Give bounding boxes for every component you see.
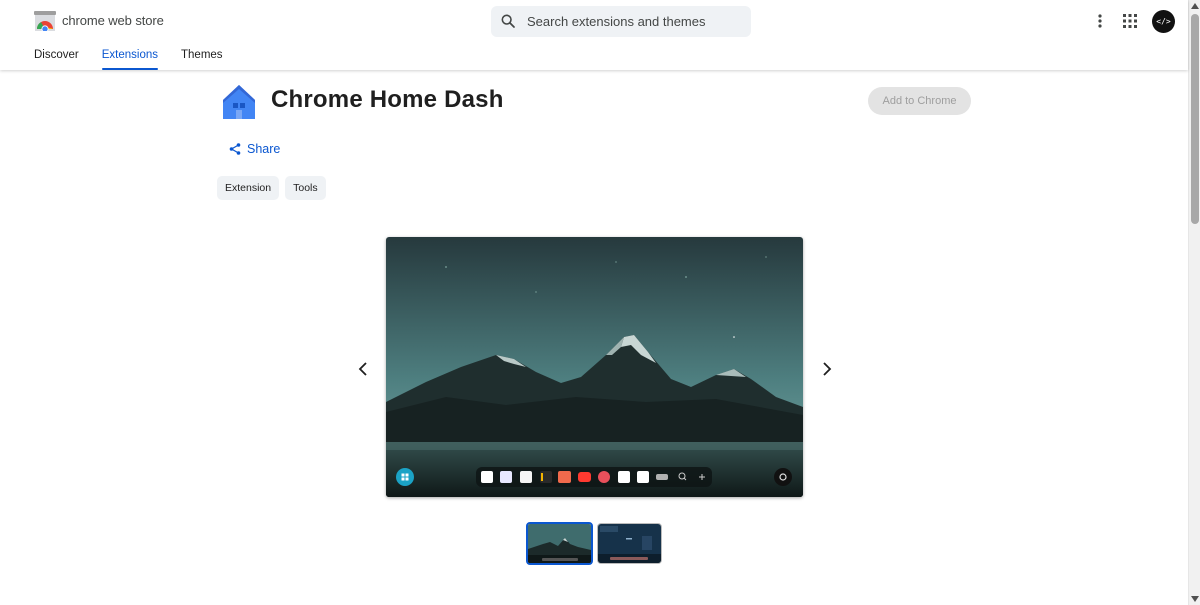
chevron-right-icon <box>823 362 832 376</box>
chrome-web-store-logo-icon[interactable] <box>34 11 56 31</box>
screenshot-main <box>386 237 803 497</box>
apps-button[interactable] <box>1119 10 1141 32</box>
more-vert-icon <box>1098 14 1102 28</box>
extension-title: Chrome Home Dash <box>271 86 504 113</box>
tab-discover[interactable]: Discover <box>34 49 79 70</box>
chip-tools[interactable]: Tools <box>285 176 326 200</box>
share-button[interactable]: Share <box>229 142 280 156</box>
info-icon <box>481 471 493 483</box>
main-nav: Discover Extensions Themes <box>34 49 246 70</box>
tab-extensions[interactable]: Extensions <box>101 49 159 70</box>
thumbnail-1[interactable] <box>526 522 593 565</box>
mountain-wallpaper-image <box>386 237 803 497</box>
thumbnail-1-image <box>528 524 591 563</box>
page-scrollbar[interactable] <box>1188 0 1200 605</box>
top-header: chrome web store </> Discover Extensions <box>0 0 1188 70</box>
apps-grid-icon <box>1123 14 1137 28</box>
chevron-left-icon <box>358 362 367 376</box>
add-to-chrome-button[interactable]: Add to Chrome <box>868 87 971 115</box>
figma-icon <box>558 471 571 483</box>
share-label: Share <box>247 142 281 156</box>
bag-icon <box>637 471 649 483</box>
share-icon <box>229 143 241 155</box>
brand-name[interactable]: chrome web store <box>62 13 164 28</box>
chip-extension[interactable]: Extension <box>217 176 280 200</box>
tab-themes[interactable]: Themes <box>181 49 223 70</box>
slack-icon <box>500 471 512 483</box>
settings-icon <box>774 468 792 486</box>
notion-icon <box>520 471 532 483</box>
page: chrome web store </> Discover Extensions <box>0 0 1200 605</box>
pinterest-icon <box>598 471 610 483</box>
house-icon <box>223 85 255 119</box>
next-slide-button[interactable] <box>817 360 835 378</box>
account-avatar[interactable]: </> <box>1152 10 1175 33</box>
search-box[interactable] <box>491 6 751 37</box>
thumbnail-2-image <box>598 524 661 563</box>
search-input[interactable] <box>527 6 745 37</box>
link-icon <box>656 474 668 480</box>
youtube-icon <box>578 472 591 482</box>
previous-slide-button[interactable] <box>355 360 373 378</box>
search-icon <box>501 14 515 28</box>
scroll-down-arrow-icon[interactable] <box>1191 596 1199 602</box>
scrollbar-thumb[interactable] <box>1191 14 1199 224</box>
category-chips: Extension Tools <box>217 176 332 200</box>
pause-icon <box>618 471 630 483</box>
scroll-up-arrow-icon[interactable] <box>1191 3 1199 9</box>
launcher-icon <box>396 468 414 486</box>
thumbnail-2[interactable] <box>597 523 662 564</box>
more-options-button[interactable] <box>1089 10 1111 32</box>
